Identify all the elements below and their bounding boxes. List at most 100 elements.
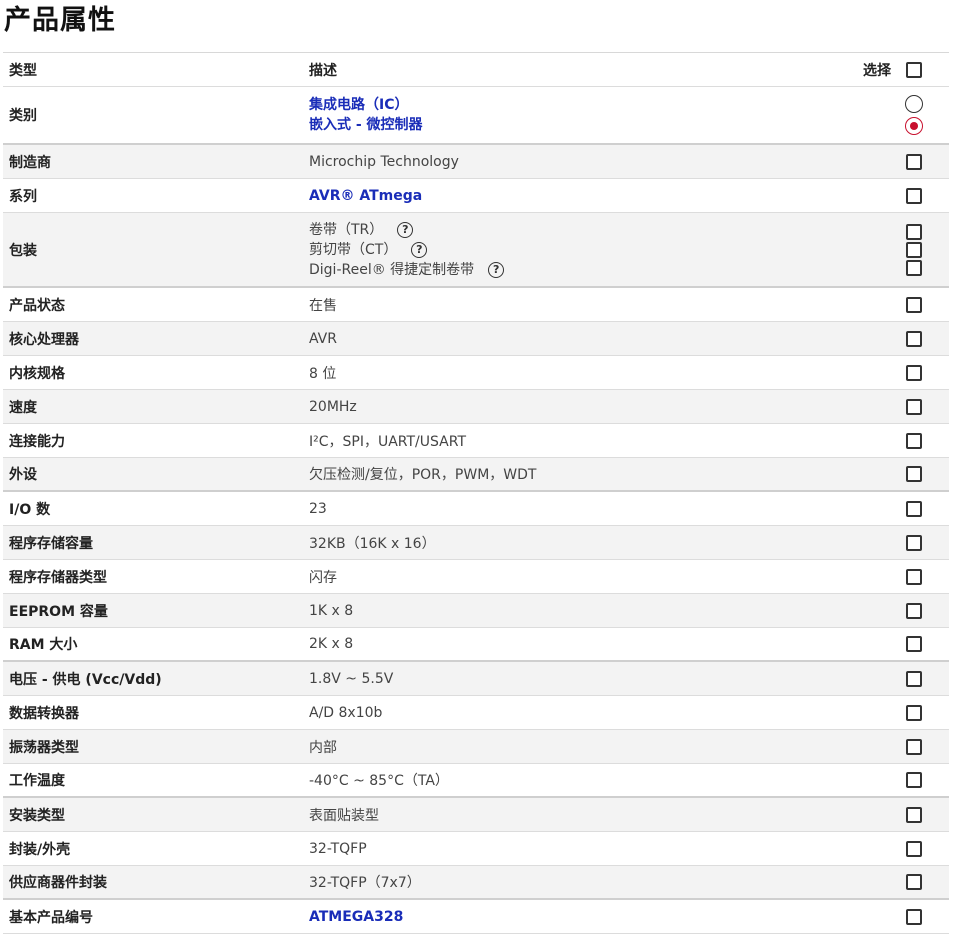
- description-option: 剪切带（CT）: [309, 241, 398, 258]
- select-checkbox[interactable]: [906, 534, 922, 551]
- description-link[interactable]: ATMEGA328: [309, 909, 403, 925]
- table-row: RAM 大小 2K x 8: [3, 628, 949, 662]
- row-type-label: 核心处理器: [9, 331, 79, 348]
- option-radio[interactable]: [905, 117, 923, 135]
- select-checkbox[interactable]: [906, 568, 922, 585]
- table-row: I/O 数 23: [3, 492, 949, 526]
- row-description: I²C，SPI，UART/USART: [309, 425, 879, 457]
- description-value: 欠压检测/复位，POR，PWM，WDT: [309, 467, 537, 483]
- question-circle-icon[interactable]: ?: [488, 261, 505, 278]
- description-value: 32-TQFP（7x7）: [309, 875, 421, 891]
- row-type-label: 系列: [9, 188, 37, 205]
- row-description: 32KB（16K x 16）: [309, 527, 879, 559]
- row-description: -40°C ~ 85°C（TA）: [309, 764, 879, 796]
- row-type-label: 速度: [9, 399, 37, 416]
- row-description: 闪存: [309, 561, 879, 593]
- description-link[interactable]: 嵌入式 - 微控制器: [309, 115, 423, 135]
- table-row: 外设 欠压检测/复位，POR，PWM，WDT: [3, 458, 949, 492]
- row-description: 2K x 8: [309, 630, 879, 658]
- header-desc: 描述: [309, 62, 337, 79]
- row-type-label: 程序存储容量: [9, 535, 93, 552]
- description-option: 卷带（TR）: [309, 221, 384, 238]
- row-type-label: 封装/外壳: [9, 841, 71, 858]
- question-circle-icon[interactable]: ?: [411, 241, 428, 258]
- select-checkbox[interactable]: [906, 738, 922, 755]
- description-value: A/D 8x10b: [309, 704, 383, 721]
- row-type-label: EEPROM 容量: [9, 603, 108, 620]
- select-checkbox[interactable]: [906, 636, 922, 652]
- table-row: EEPROM 容量 1K x 8: [3, 594, 949, 628]
- description-link[interactable]: 集成电路（IC）: [309, 95, 408, 115]
- select-checkbox[interactable]: [906, 187, 922, 204]
- row-description: 8 位: [309, 357, 879, 389]
- table-row: 基本产品编号 ATMEGA328: [3, 900, 949, 934]
- select-checkbox[interactable]: [906, 330, 922, 347]
- select-checkbox[interactable]: [906, 364, 922, 381]
- row-description: 内部: [309, 731, 879, 763]
- table-row: 速度 20MHz: [3, 390, 949, 424]
- row-type-label: 数据转换器: [9, 705, 79, 722]
- description-link[interactable]: AVR® ATmega: [309, 188, 422, 204]
- row-type-label: 外设: [9, 467, 37, 483]
- select-checkbox[interactable]: [906, 398, 922, 415]
- row-type-label: 制造商: [9, 154, 51, 171]
- row-type-label: 产品状态: [9, 297, 65, 314]
- row-description: ATMEGA328: [309, 903, 879, 931]
- table-row: 类别 集成电路（IC） 嵌入式 - 微控制器: [3, 87, 949, 145]
- description-value: 8 位: [309, 365, 337, 382]
- select-checkbox[interactable]: [906, 153, 922, 170]
- select-checkbox[interactable]: [906, 466, 922, 482]
- select-checkbox[interactable]: [906, 432, 922, 449]
- table-row: 工作温度 -40°C ~ 85°C（TA）: [3, 764, 949, 798]
- select-checkbox[interactable]: [906, 500, 922, 517]
- description-value: 1K x 8: [309, 602, 354, 619]
- table-row: 振荡器类型 内部: [3, 730, 949, 764]
- select-checkbox[interactable]: [906, 704, 922, 721]
- row-description: 在售: [309, 289, 879, 321]
- select-checkbox[interactable]: [906, 296, 922, 313]
- description-value: I²C，SPI，UART/USART: [309, 433, 467, 450]
- row-description: AVR® ATmega: [309, 182, 879, 210]
- row-type-label: 供应商器件封装: [9, 875, 107, 891]
- row-type-label: I/O 数: [9, 501, 51, 518]
- description-value: 在售: [309, 297, 337, 314]
- table-row: 程序存储器类型 闪存: [3, 560, 949, 594]
- select-all-checkbox[interactable]: [906, 61, 922, 78]
- description-value: Microchip Technology: [309, 153, 459, 170]
- row-description: 卷带（TR）? 剪切带（CT）? Digi-Reel® 得捷定制卷带?: [309, 214, 879, 286]
- row-type-label: 类别: [9, 108, 37, 124]
- row-description: 欠压检测/复位，POR，PWM，WDT: [309, 458, 879, 490]
- row-type-label: 程序存储器类型: [9, 569, 107, 586]
- row-description: 32-TQFP: [309, 835, 879, 863]
- row-type-label: RAM 大小: [9, 637, 78, 653]
- question-circle-icon[interactable]: ?: [397, 221, 414, 238]
- table-row: 制造商 Microchip Technology: [3, 145, 949, 179]
- table-row: 供应商器件封装 32-TQFP（7x7）: [3, 866, 949, 900]
- table-row: 内核规格 8 位: [3, 356, 949, 390]
- row-type-label: 基本产品编号: [9, 909, 93, 926]
- option-checkbox[interactable]: [906, 241, 922, 258]
- select-checkbox[interactable]: [906, 772, 922, 788]
- select-checkbox[interactable]: [906, 874, 922, 890]
- row-description: 1K x 8: [309, 597, 879, 625]
- select-checkbox[interactable]: [906, 908, 922, 925]
- option-radio[interactable]: [905, 95, 923, 113]
- row-description: Microchip Technology: [309, 148, 879, 176]
- select-checkbox[interactable]: [906, 806, 922, 823]
- row-type-label: 连接能力: [9, 433, 65, 450]
- row-description: 32-TQFP（7x7）: [309, 866, 879, 898]
- row-type-label: 内核规格: [9, 365, 65, 382]
- table-row: 系列 AVR® ATmega: [3, 179, 949, 213]
- select-checkbox[interactable]: [906, 670, 922, 687]
- table-row: 包装 卷带（TR）? 剪切带（CT）? Digi-Reel® 得捷定制卷带?: [3, 213, 949, 288]
- select-checkbox[interactable]: [906, 840, 922, 857]
- select-checkbox[interactable]: [906, 602, 922, 619]
- option-checkbox[interactable]: [906, 223, 922, 240]
- option-checkbox[interactable]: [906, 259, 922, 276]
- table-row: 数据转换器 A/D 8x10b: [3, 696, 949, 730]
- row-description: 集成电路（IC） 嵌入式 - 微控制器: [309, 89, 879, 141]
- row-description: AVR: [309, 325, 879, 353]
- description-value: 1.8V ~ 5.5V: [309, 670, 394, 687]
- table-row: 产品状态 在售: [3, 288, 949, 322]
- row-description: 23: [309, 495, 879, 523]
